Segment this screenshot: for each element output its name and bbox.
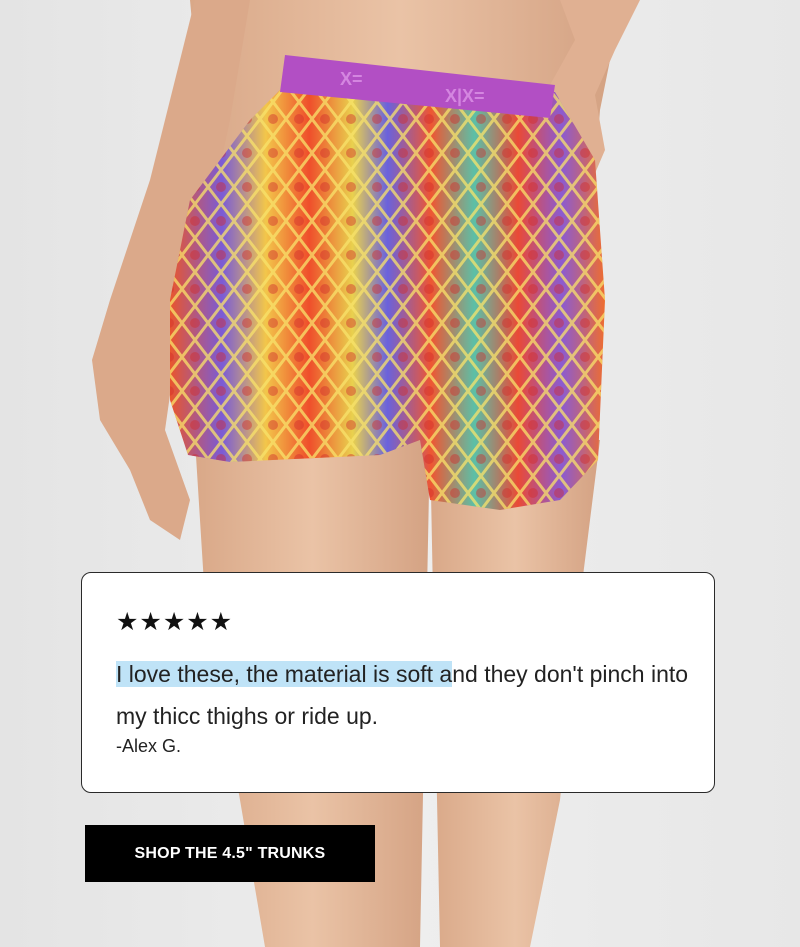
shop-trunks-button[interactable]: SHOP THE 4.5" TRUNKS [85,825,375,882]
review-card: ★★★★★ I love these, the material is soft… [81,572,715,793]
highlighted-text: I love these, the material is soft a [116,661,453,687]
star-rating: ★★★★★ [116,607,234,636]
svg-text:X=: X= [340,69,363,89]
review-quote: I love these, the material is soft and t… [116,653,696,737]
svg-text:X|X=: X|X= [445,86,485,106]
product-photo: X= X|X= [0,0,800,947]
review-author: -Alex G. [116,736,182,756]
